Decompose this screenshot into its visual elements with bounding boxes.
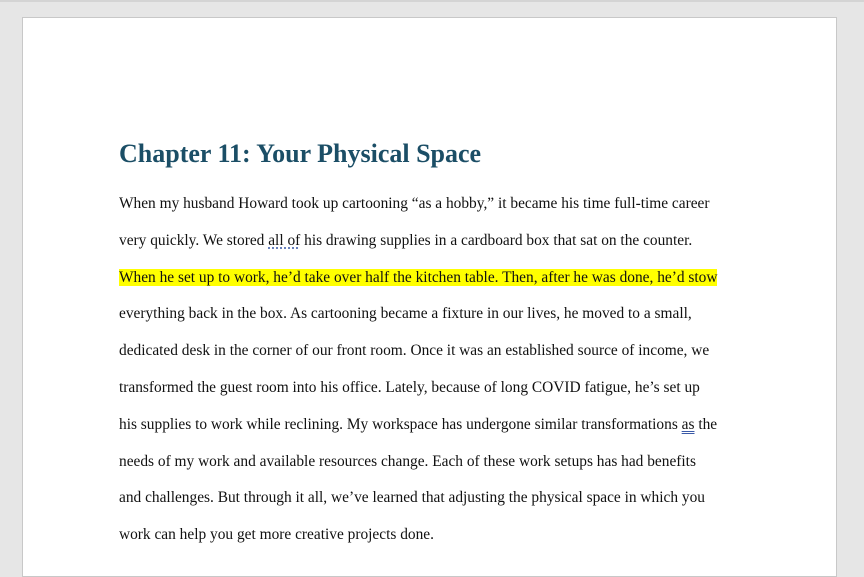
text-run: the [694, 415, 718, 433]
text-run: transformed the guest room into his offi… [119, 378, 700, 396]
highlighted-text: When he set up to work, he’d take over h… [119, 268, 718, 286]
chapter-heading[interactable]: Chapter 11: Your Physical Space [119, 137, 481, 171]
paragraph-line[interactable]: work can help you get more creative proj… [119, 517, 759, 554]
document-body[interactable]: When my husband Howard took up cartoonin… [119, 186, 759, 554]
document-page[interactable]: Chapter 11: Your Physical Space When my … [22, 17, 837, 577]
text-run: his supplies to work while reclining. My… [119, 415, 682, 433]
grammar-flag[interactable]: as [682, 416, 695, 433]
text-run: his drawing supplies in a cardboard box … [300, 231, 693, 249]
paragraph-line[interactable]: When he set up to work, he’d take over h… [119, 260, 759, 297]
text-run: dedicated desk in the corner of our fron… [119, 342, 710, 360]
text-run: and challenges. But through it all, we’v… [119, 489, 705, 507]
paragraph-line[interactable]: and challenges. But through it all, we’v… [119, 480, 759, 517]
text-run: work can help you get more creative proj… [119, 526, 434, 544]
text-run: needs of my work and available resources… [119, 452, 696, 470]
text-run: very quickly. We stored [119, 231, 269, 249]
paragraph-line[interactable]: dedicated desk in the corner of our fron… [119, 333, 759, 370]
paragraph-line[interactable]: everything back in the box. As cartoonin… [119, 296, 759, 333]
text-run: everything back in the box. As cartoonin… [119, 305, 692, 323]
text-run: When my husband Howard took up cartoonin… [119, 195, 710, 212]
window-top-edge [0, 0, 864, 2]
grammar-flag[interactable]: all of [268, 232, 300, 249]
paragraph-line[interactable]: his supplies to work while reclining. My… [119, 407, 759, 444]
paragraph-line[interactable]: transformed the guest room into his offi… [119, 370, 759, 407]
paragraph-line[interactable]: needs of my work and available resources… [119, 444, 759, 481]
paragraph-line[interactable]: When my husband Howard took up cartoonin… [119, 186, 759, 223]
paragraph-line[interactable]: very quickly. We stored all of his drawi… [119, 223, 759, 260]
